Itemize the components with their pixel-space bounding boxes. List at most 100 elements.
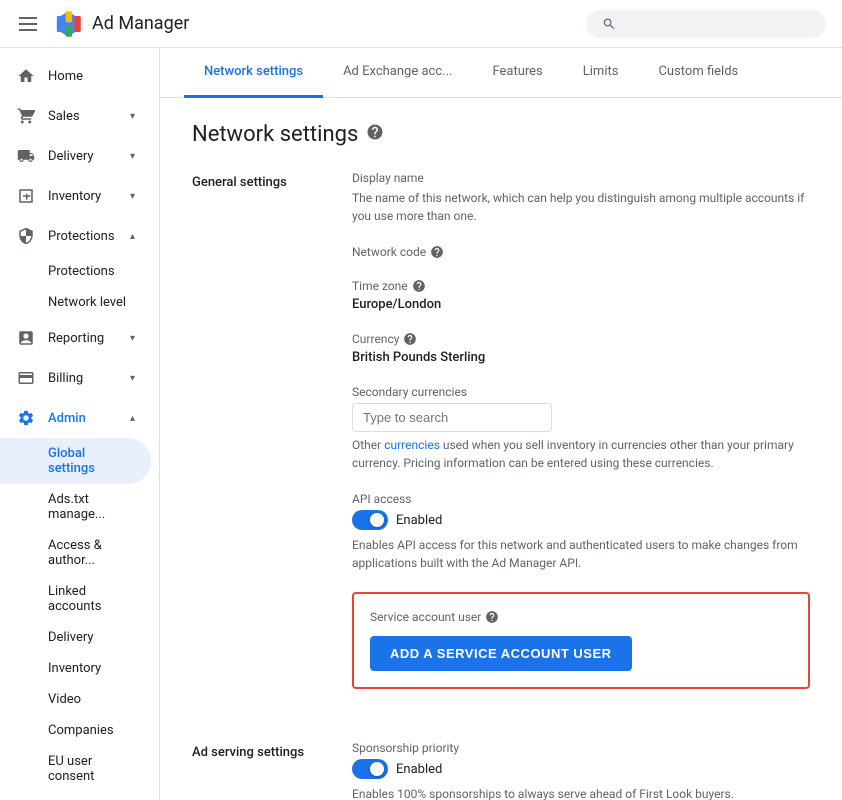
sidebar-item-eu-user-consent[interactable]: EU user consent	[0, 746, 151, 792]
sponsorship-toggle-label: Enabled	[396, 762, 442, 777]
api-access-toggle[interactable]	[352, 510, 388, 530]
api-access-toggle-label: Enabled	[396, 513, 442, 528]
logo: Ad Manager	[52, 8, 189, 40]
sidebar-label-protections-sub: Protections	[48, 264, 115, 279]
sidebar-label-video: Video	[48, 692, 81, 707]
sidebar-label-linked-accounts: Linked accounts	[48, 584, 101, 614]
sidebar-label-inventory: Inventory	[48, 189, 118, 204]
sidebar-item-admin[interactable]: Admin ▴	[0, 398, 151, 438]
network-code-field: Network code	[352, 245, 810, 259]
billing-icon	[16, 368, 36, 388]
sidebar-item-sales[interactable]: Sales ▾	[0, 96, 151, 136]
currencies-link[interactable]: currencies	[384, 438, 440, 452]
sidebar-item-delivery-sub[interactable]: Delivery	[0, 622, 151, 653]
sidebar-item-inventory-sub[interactable]: Inventory	[0, 653, 151, 684]
page-title: Network settings	[192, 122, 810, 147]
sponsorship-hint: Enables 100% sponsorships to always serv…	[352, 785, 810, 800]
display-name-label: Display name	[352, 171, 810, 185]
service-account-help-icon[interactable]	[485, 610, 499, 624]
secondary-currencies-input[interactable]	[352, 403, 552, 432]
sidebar-label-reporting: Reporting	[48, 331, 118, 346]
sidebar-label-network-level: Network level	[48, 295, 126, 310]
sidebar-item-network-level[interactable]: Network level	[0, 287, 151, 318]
sidebar-item-access-author[interactable]: Access & author...	[0, 530, 151, 576]
ad-serving-content: Sponsorship priority Enabled Enables 100…	[352, 741, 810, 800]
page-help-icon[interactable]	[366, 123, 384, 146]
tab-ad-exchange[interactable]: Ad Exchange acc...	[323, 48, 472, 98]
sidebar-label-protections: Protections	[48, 229, 118, 244]
tab-limits[interactable]: Limits	[563, 48, 639, 98]
sponsorship-priority-label: Sponsorship priority	[352, 741, 810, 755]
sidebar-item-inventory[interactable]: Inventory ▾	[0, 176, 151, 216]
display-name-hint: The name of this network, which can help…	[352, 189, 810, 225]
sidebar-item-protections[interactable]: Protections ▴	[0, 216, 151, 256]
currency-help-icon[interactable]	[403, 332, 417, 346]
sidebar-item-companies[interactable]: Companies	[0, 715, 151, 746]
general-settings-section: General settings Display name The name o…	[192, 171, 810, 709]
sidebar-label-billing: Billing	[48, 371, 118, 386]
menu-icon[interactable]	[16, 12, 40, 36]
sidebar-label-companies: Companies	[48, 723, 114, 738]
currency-value: British Pounds Sterling	[352, 350, 810, 365]
general-settings-label: General settings	[192, 171, 352, 709]
network-code-help-icon[interactable]	[430, 245, 444, 259]
admin-icon	[16, 408, 36, 428]
search-bar[interactable]	[586, 10, 826, 38]
tab-features[interactable]: Features	[472, 48, 562, 98]
inventory-expand-icon: ▾	[130, 191, 135, 202]
sidebar-label-delivery: Delivery	[48, 149, 118, 164]
search-input[interactable]	[624, 16, 810, 32]
search-icon	[602, 16, 616, 32]
timezone-help-icon[interactable]	[412, 279, 426, 293]
api-access-toggle-row: Enabled	[352, 510, 810, 530]
delivery-icon	[16, 146, 36, 166]
ad-serving-settings-section: Ad serving settings Sponsorship priority…	[192, 741, 810, 800]
sidebar-label-access-author: Access & author...	[48, 538, 102, 568]
sidebar-item-ads-txt[interactable]: Ads.txt manage...	[0, 484, 151, 530]
sidebar-label-inventory-sub: Inventory	[48, 661, 101, 676]
inventory-icon	[16, 186, 36, 206]
tab-network-settings[interactable]: Network settings	[184, 48, 323, 98]
logo-svg	[52, 8, 84, 40]
sidebar-label-eu-user-consent: EU user consent	[48, 754, 94, 784]
api-access-field: API access Enabled Enables API access fo…	[352, 492, 810, 572]
sidebar-item-reporting[interactable]: Reporting ▾	[0, 318, 151, 358]
display-name-field: Display name The name of this network, w…	[352, 171, 810, 225]
sidebar-label-global-settings: Global settings	[48, 446, 95, 476]
sidebar-item-protections-sub[interactable]: Protections	[0, 256, 151, 287]
api-access-hint: Enables API access for this network and …	[352, 536, 810, 572]
timezone-label: Time zone	[352, 279, 810, 293]
admin-expand-icon: ▴	[130, 413, 135, 424]
api-access-label: API access	[352, 492, 810, 506]
sidebar: Home Sales ▾ Delivery ▾ Inventory ▾	[0, 48, 160, 800]
ad-serving-label: Ad serving settings	[192, 741, 352, 800]
sidebar-item-ccpa[interactable]: CCPA settings	[0, 792, 151, 800]
sponsorship-toggle-row: Enabled	[352, 759, 810, 779]
sales-icon	[16, 106, 36, 126]
service-account-label: Service account user	[370, 610, 792, 624]
protections-icon	[16, 226, 36, 246]
sidebar-item-global-settings[interactable]: Global settings	[0, 438, 151, 484]
sponsorship-toggle[interactable]	[352, 759, 388, 779]
sidebar-label-delivery-sub: Delivery	[48, 630, 94, 645]
page-content: Network settings General settings Displa…	[160, 98, 842, 800]
tabs-bar: Network settings Ad Exchange acc... Feat…	[160, 48, 842, 98]
sidebar-item-linked-accounts[interactable]: Linked accounts	[0, 576, 151, 622]
sidebar-label-admin: Admin	[48, 411, 118, 426]
reporting-icon	[16, 328, 36, 348]
app-title: Ad Manager	[92, 13, 189, 34]
protections-expand-icon: ▴	[130, 231, 135, 242]
home-icon	[16, 66, 36, 86]
sidebar-item-billing[interactable]: Billing ▾	[0, 358, 151, 398]
general-settings-content: Display name The name of this network, w…	[352, 171, 810, 709]
sidebar-item-video[interactable]: Video	[0, 684, 151, 715]
tab-custom-fields[interactable]: Custom fields	[638, 48, 758, 98]
sidebar-item-delivery[interactable]: Delivery ▾	[0, 136, 151, 176]
currency-label: Currency	[352, 332, 810, 346]
add-service-account-button[interactable]: ADD A SERVICE ACCOUNT USER	[370, 636, 632, 671]
billing-expand-icon: ▾	[130, 373, 135, 384]
sponsorship-priority-field: Sponsorship priority Enabled Enables 100…	[352, 741, 810, 800]
network-code-label: Network code	[352, 245, 810, 259]
sidebar-item-home[interactable]: Home	[0, 56, 151, 96]
sidebar-label-sales: Sales	[48, 109, 118, 124]
